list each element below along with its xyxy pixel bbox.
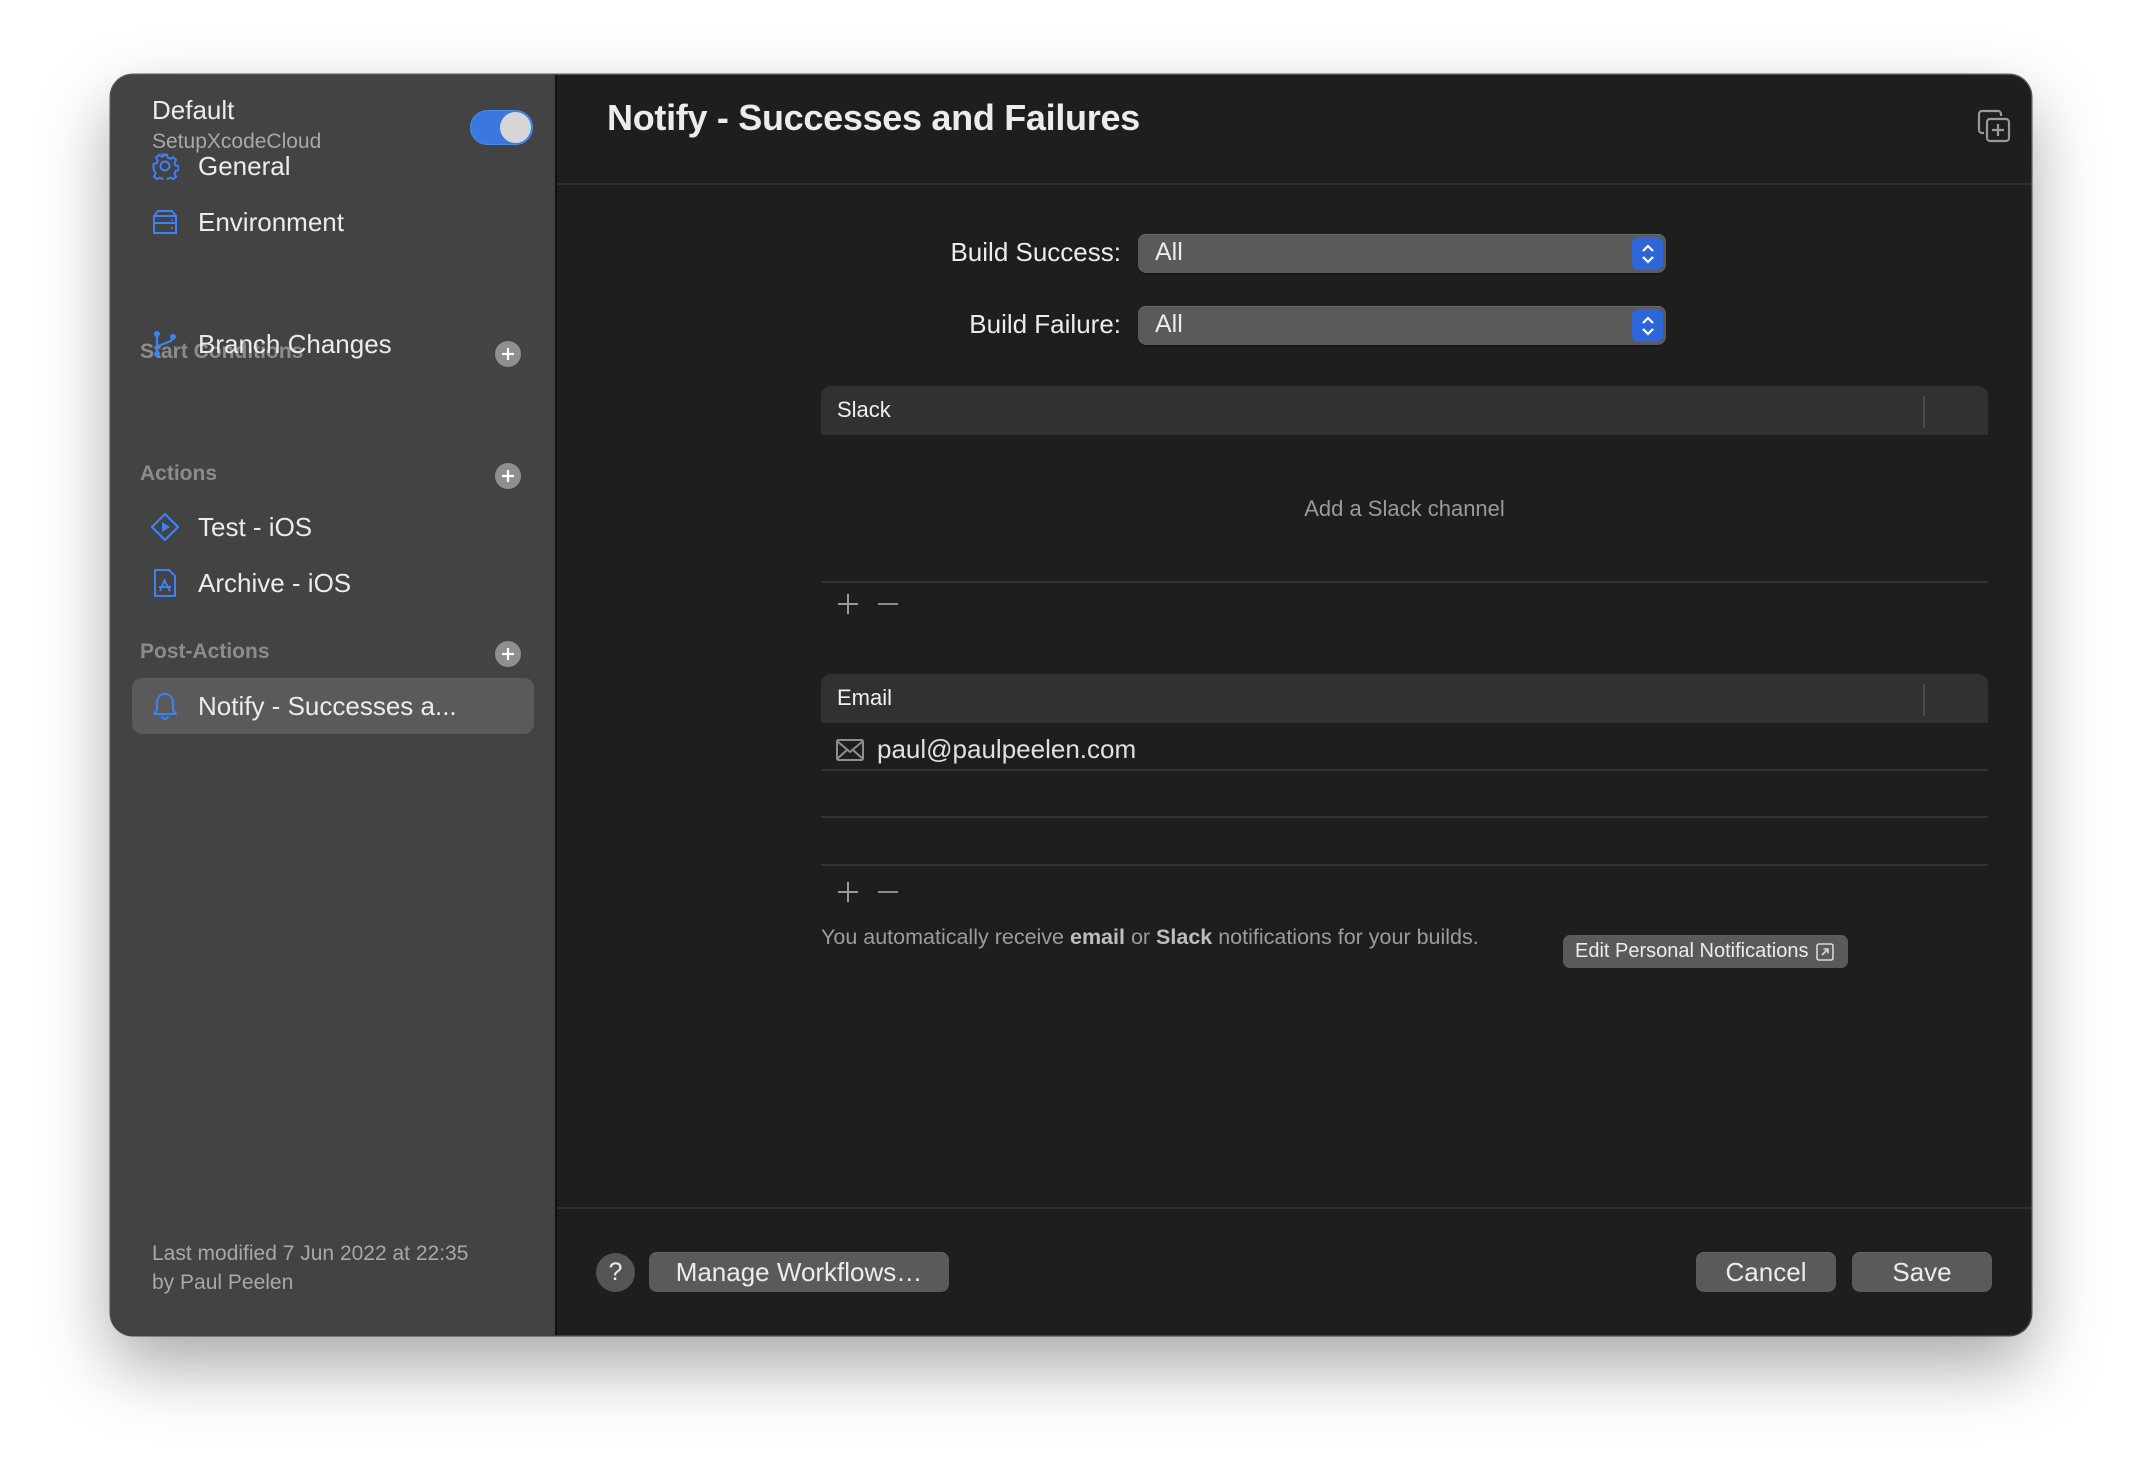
email-table: Email paul@paulpeelen.com — [821, 674, 1988, 904]
cancel-button[interactable]: Cancel — [1696, 1252, 1836, 1292]
build-failure-value: All — [1155, 310, 1183, 338]
plus-icon — [502, 470, 514, 482]
build-success-label: Build Success: — [950, 237, 1121, 267]
app-store-doc-icon — [149, 567, 181, 599]
gear-icon — [149, 150, 181, 182]
section-post-actions: Post-Actions — [140, 640, 270, 663]
info-bold-email: email — [1069, 925, 1125, 949]
help-button[interactable]: ? — [596, 1253, 635, 1292]
email-row[interactable]: paul@paulpeelen.com — [836, 734, 1136, 765]
last-modified-date: Last modified 7 Jun 2022 at 22:35 — [152, 1242, 469, 1265]
chevron-up-down-icon — [1632, 309, 1663, 342]
email-address: paul@paulpeelen.com — [877, 734, 1137, 764]
build-success-popup[interactable]: All — [1138, 234, 1666, 273]
play-diamond-icon — [149, 511, 181, 543]
info-bold-slack: Slack — [1156, 925, 1213, 949]
sidebar-item-label: Branch Changes — [198, 328, 392, 359]
add-action-button[interactable] — [495, 463, 521, 489]
save-button[interactable]: Save — [1852, 1252, 1992, 1292]
sidebar-item-general[interactable]: General — [132, 138, 534, 194]
sidebar-item-notify[interactable]: Notify - Successes a... — [132, 678, 534, 734]
sidebar: Default SetupXcodeCloud General Environm… — [111, 75, 557, 1335]
header-divider — [557, 183, 2031, 185]
info-text: You automatically receive — [821, 925, 1070, 949]
plus-icon — [502, 648, 514, 660]
edit-personal-notifications-label: Edit Personal Notifications — [1575, 940, 1809, 962]
sidebar-item-label: Archive - iOS — [198, 567, 352, 598]
row-separator — [821, 769, 1988, 771]
email-table-bottom-border — [821, 864, 1988, 866]
edit-personal-notifications-button[interactable]: Edit Personal Notifications — [1563, 935, 1849, 968]
sidebar-item-environment[interactable]: Environment — [132, 194, 534, 250]
info-text: or — [1124, 925, 1157, 949]
delete-button[interactable] — [2030, 105, 2031, 147]
sidebar-item-label: General — [198, 150, 291, 181]
minus-icon — [878, 603, 898, 605]
envelope-icon — [836, 738, 864, 761]
external-link-icon — [1816, 942, 1835, 961]
minus-icon — [878, 891, 898, 893]
footer-divider — [557, 1207, 2031, 1209]
bell-icon — [149, 690, 181, 722]
build-failure-popup[interactable]: All — [1138, 306, 1666, 345]
detail-pane: Notify - Successes and Failures Build Su… — [557, 75, 2031, 1335]
chevron-up-down-icon — [1632, 237, 1663, 270]
row-separator — [821, 816, 1988, 818]
slack-table-header: Slack — [821, 386, 1988, 435]
build-success-value: All — [1155, 238, 1183, 266]
remove-slack-channel-button[interactable] — [873, 589, 903, 619]
server-icon — [149, 206, 181, 238]
add-slack-channel-button[interactable] — [833, 589, 863, 619]
email-add-remove-controls — [833, 877, 903, 907]
plus-icon — [838, 882, 858, 902]
sidebar-item-archive-ios[interactable]: Archive - iOS — [132, 555, 534, 611]
plus-icon — [838, 594, 858, 614]
sidebar-item-branch-changes[interactable]: Branch Changes — [132, 316, 534, 372]
remove-email-button[interactable] — [873, 877, 903, 907]
add-post-action-button[interactable] — [495, 641, 521, 667]
section-actions: Actions — [140, 462, 218, 485]
column-divider — [1923, 684, 1925, 716]
workflow-name: Default — [152, 95, 235, 125]
branch-icon — [149, 328, 181, 360]
last-modified-by: by Paul Peelen — [152, 1271, 294, 1294]
slack-table: Slack Add a Slack channel — [821, 386, 1988, 616]
sidebar-item-test-ios[interactable]: Test - iOS — [132, 499, 534, 555]
workflow-editor-window: Default SetupXcodeCloud General Environm… — [111, 75, 2031, 1335]
build-failure-label: Build Failure: — [969, 309, 1121, 339]
duplicate-button[interactable] — [1974, 105, 2014, 147]
manage-workflows-button[interactable]: Manage Workflows… — [649, 1252, 949, 1292]
column-divider — [1923, 396, 1925, 428]
slack-add-remove-controls — [833, 589, 903, 619]
notification-info-text: You automatically receive email or Slack… — [821, 925, 1479, 950]
sidebar-item-label: Test - iOS — [198, 511, 313, 542]
add-email-button[interactable] — [833, 877, 863, 907]
sidebar-item-label: Environment — [198, 206, 344, 237]
last-modified: Last modified 7 Jun 2022 at 22:35 by Pau… — [152, 1239, 468, 1297]
duplicate-plus-icon — [1977, 109, 2011, 143]
email-column-header[interactable]: Email — [837, 685, 892, 711]
slack-column-header[interactable]: Slack — [837, 397, 891, 423]
info-text: notifications for your builds. — [1212, 925, 1479, 949]
email-table-header: Email — [821, 674, 1988, 723]
slack-empty-message: Add a Slack channel — [1304, 496, 1505, 521]
slack-table-bottom-border — [821, 581, 1988, 583]
sidebar-item-label: Notify - Successes a... — [198, 690, 457, 721]
page-title: Notify - Successes and Failures — [607, 97, 1140, 138]
